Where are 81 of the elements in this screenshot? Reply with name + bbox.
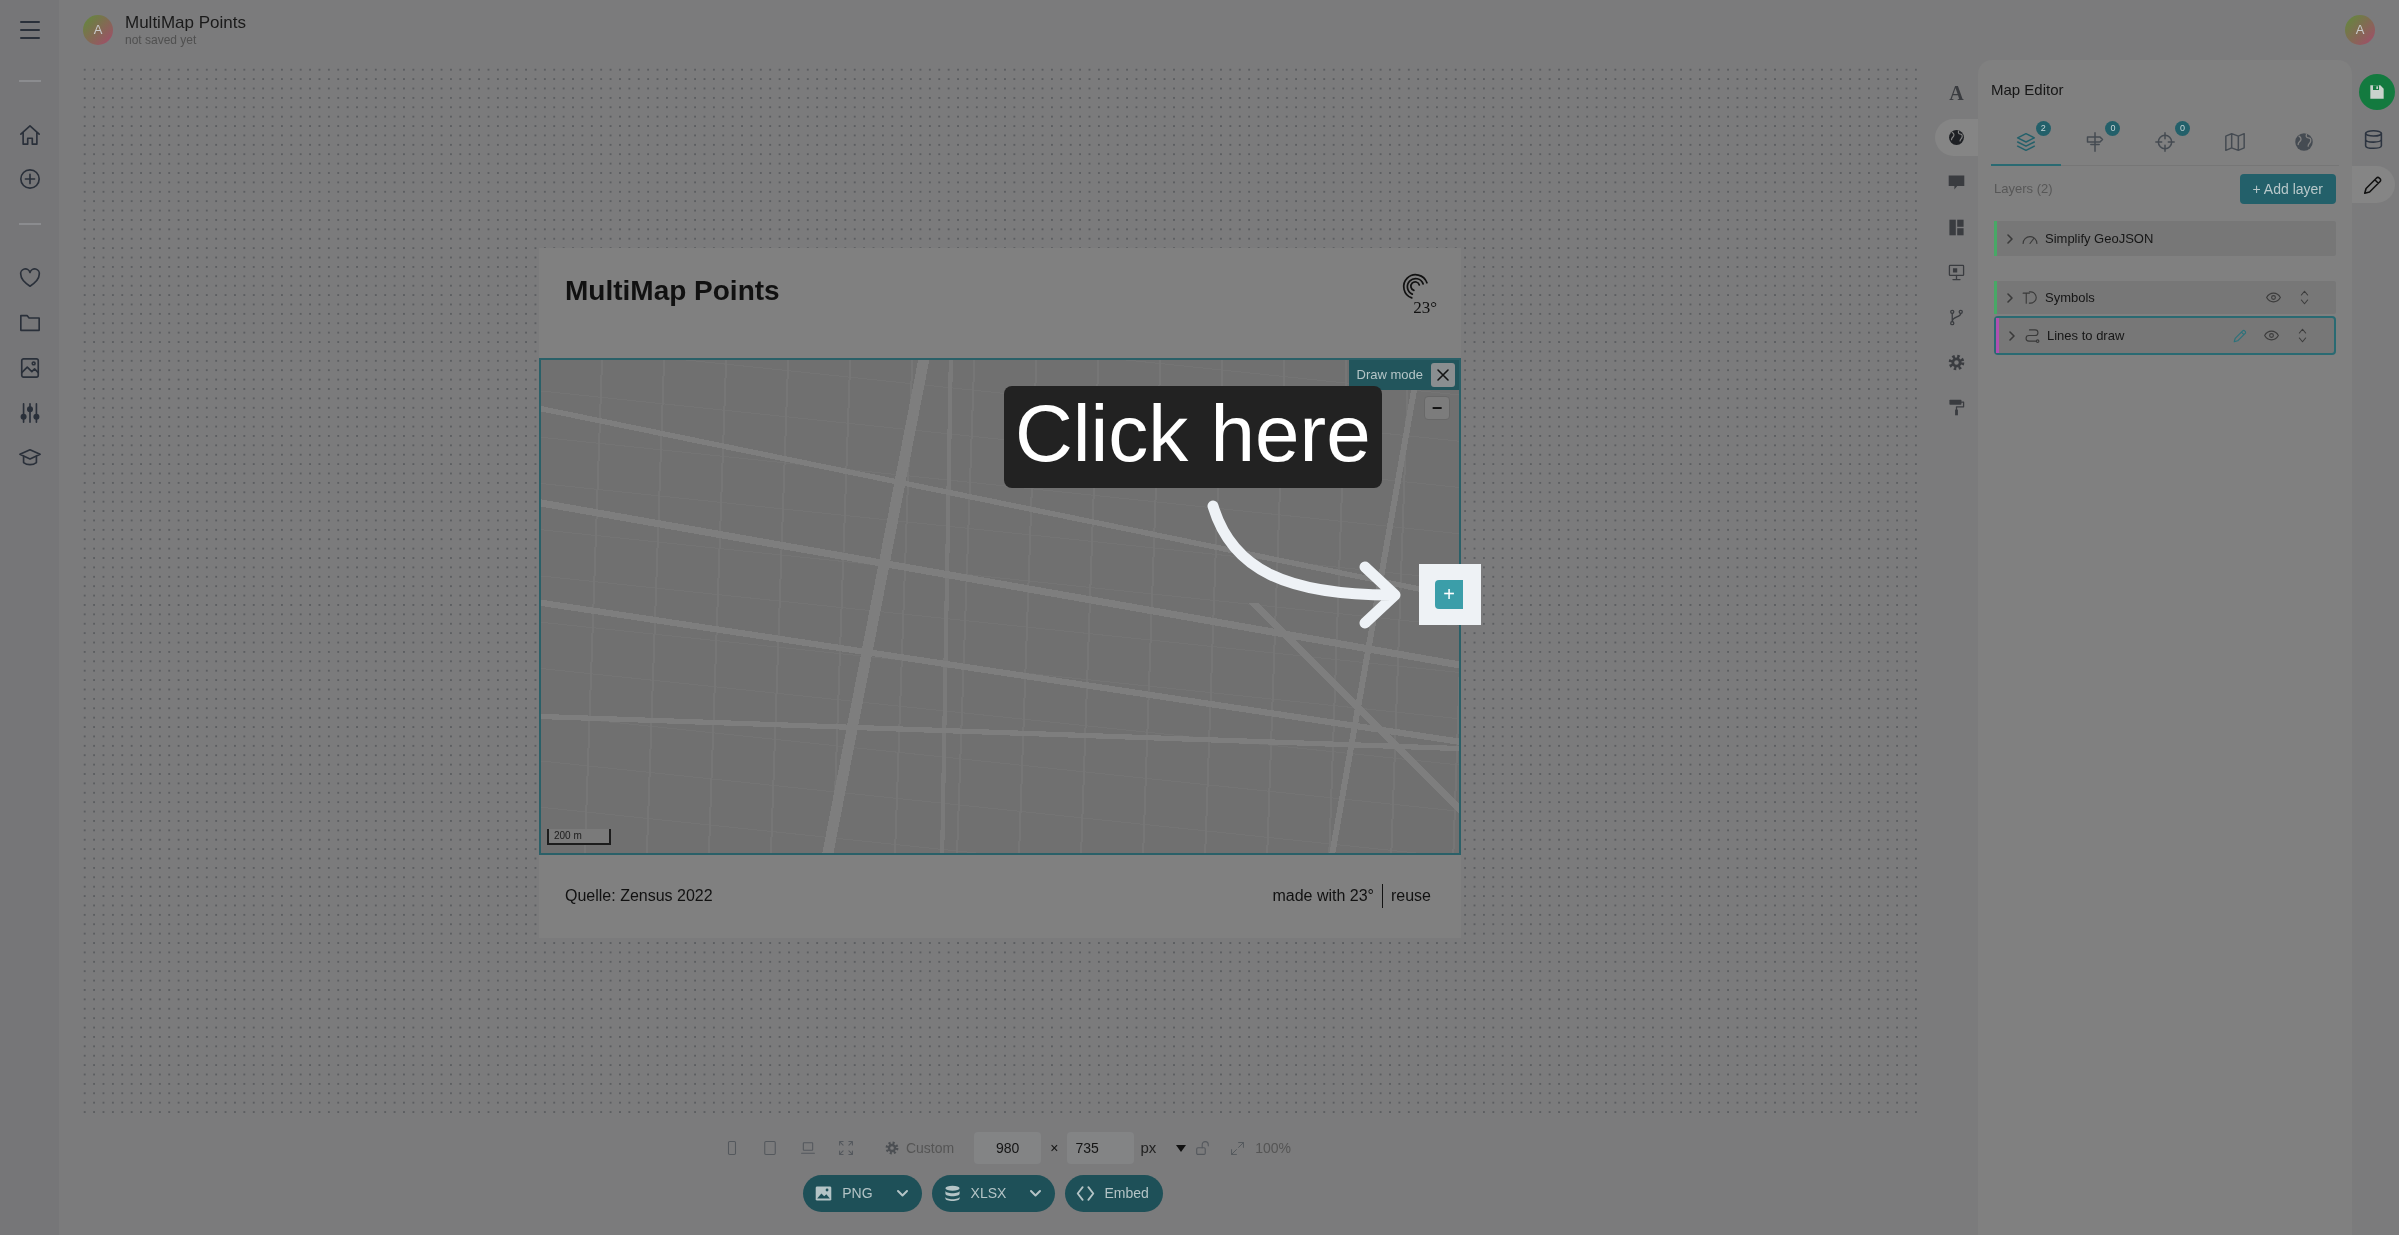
globe-icon [1948, 129, 1965, 146]
spiral-logo-icon [1402, 272, 1429, 299]
layer-name: Symbols [2045, 288, 2095, 307]
rail-tab[interactable] [2352, 166, 2395, 203]
paint-roller-icon [1948, 399, 1965, 416]
height-field[interactable]: 735 [1067, 1132, 1135, 1164]
heart-icon[interactable] [18, 267, 41, 289]
add-circle-icon[interactable] [18, 168, 41, 190]
sliders-icon[interactable] [18, 402, 41, 424]
presentation-icon [1948, 264, 1965, 281]
layer-row[interactable]: Simplify GeoJSON [1994, 221, 2336, 256]
database-icon [943, 1185, 961, 1202]
editor-tab[interactable]: 0 [2060, 120, 2131, 166]
user-avatar[interactable]: A [2345, 15, 2375, 45]
count-badge: 2 [2035, 121, 2051, 136]
export-button[interactable]: Embed [1065, 1175, 1163, 1212]
add-layer-button[interactable]: + Add layer [2239, 174, 2336, 204]
add-point-button[interactable]: + [1435, 579, 1463, 609]
credit-text: made with 23° [1272, 886, 1374, 906]
logo-text: 23° [1413, 298, 1437, 317]
folder-icon[interactable] [18, 312, 41, 334]
scale-bar: 200 m [547, 828, 611, 845]
tutorial-callout: Click here [1004, 385, 1382, 488]
map-icon [2224, 132, 2245, 152]
count-badge: 0 [2105, 121, 2121, 136]
draw-mode-label: Draw mode [1356, 365, 1423, 384]
unit-select[interactable]: px [1140, 1136, 1187, 1160]
document-title: MultiMap Points [125, 12, 246, 33]
expand-icon[interactable] [1231, 1141, 1245, 1155]
image-icon[interactable] [18, 357, 41, 379]
chevron-right-icon[interactable] [2007, 292, 2013, 303]
signpost-icon [2085, 132, 2106, 152]
chevron-right-icon[interactable] [2009, 330, 2015, 341]
laptop-icon[interactable] [800, 1141, 815, 1155]
close-icon [1437, 368, 1449, 381]
route-icon [2024, 328, 2040, 343]
comment-icon [1948, 174, 1965, 191]
avatar[interactable]: A [83, 15, 113, 45]
close-button[interactable] [1431, 362, 1455, 387]
chevron-right-icon[interactable] [2007, 233, 2013, 244]
save-button[interactable] [2359, 74, 2395, 110]
editor-tab[interactable]: 2 [1991, 120, 2061, 166]
tool-tab[interactable]: A [1935, 70, 1978, 115]
unlock-icon[interactable] [1196, 1141, 1210, 1155]
source-note: Quelle: Zensus 2022 [565, 886, 713, 906]
layout-icon [1948, 219, 1965, 236]
fullscreen-icon[interactable] [838, 1141, 853, 1155]
symbol-icon [2022, 290, 2038, 305]
branch-icon [1948, 309, 1965, 326]
database-icon [2363, 129, 2384, 150]
pencil-icon [2363, 174, 2384, 195]
tool-tab[interactable] [1935, 119, 1978, 156]
code-icon [1077, 1185, 1095, 1202]
layer-row[interactable]: Lines to draw [1994, 316, 2336, 355]
zoom-out-button[interactable]: − [1424, 395, 1450, 420]
home-icon[interactable] [18, 124, 41, 146]
image-icon [815, 1185, 833, 1202]
globe-icon [2294, 132, 2315, 152]
editor-tab[interactable]: 0 [2130, 120, 2200, 166]
layer-row[interactable]: Symbols [1994, 281, 2336, 314]
export-button[interactable]: XLSX [931, 1175, 1056, 1212]
layer-name: Simplify GeoJSON [2045, 229, 2154, 248]
settings-icon [1948, 354, 1965, 371]
layers-icon [2015, 132, 2036, 152]
eye-icon[interactable] [2264, 328, 2279, 343]
menu-icon[interactable] [19, 21, 40, 39]
save-icon [2369, 84, 2385, 100]
layer-name: Lines to draw [2047, 326, 2125, 345]
eye-icon[interactable] [2266, 290, 2281, 305]
reuse-link[interactable]: reuse [1381, 884, 1431, 908]
crosshair-icon [2155, 132, 2175, 152]
panel-title: Map Editor [1991, 80, 2065, 100]
export-button[interactable]: PNG [803, 1175, 922, 1212]
settings-icon [884, 1141, 899, 1155]
count-badge: 0 [2175, 121, 2190, 136]
times-sign: × [1050, 1138, 1059, 1158]
width-field[interactable]: 980 [974, 1132, 1042, 1164]
caret-icon [1176, 1144, 1187, 1152]
font-glyph: A [1949, 82, 1964, 103]
tablet-icon[interactable] [762, 1141, 777, 1155]
map-title: MultiMap Points [565, 273, 780, 308]
